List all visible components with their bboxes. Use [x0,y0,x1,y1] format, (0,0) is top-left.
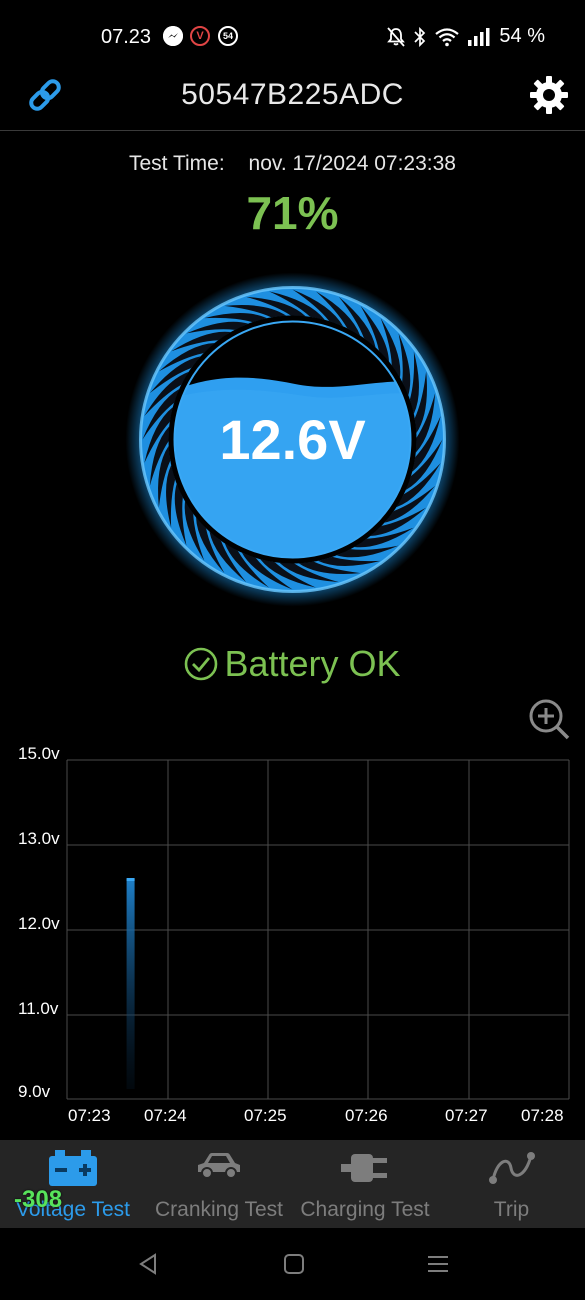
bluetooth-icon [414,26,426,47]
device-name: 50547B225ADC [181,78,404,111]
y-tick-label: 13.0v [18,829,60,848]
test-time-label: Test Time: [128,152,225,175]
mute-icon [387,26,406,47]
car-icon [198,1153,240,1179]
voltage-bar [126,879,135,1089]
x-tick-label: 07:27 [445,1106,488,1125]
y-tick-label: 9.0v [18,1082,51,1101]
overlay-badge: -308 [14,1186,63,1213]
battery-percent: 54 % [499,25,545,47]
status-bar: 07.23 V 54 54 % [0,0,585,74]
home-icon[interactable] [282,1252,306,1276]
x-tick-label: 07:25 [244,1106,287,1125]
v-icon: V [190,26,210,46]
screen: 07.23 V 54 54 % 50547B225ADC Test Time: … [0,0,585,1300]
gear-icon[interactable] [529,75,569,115]
test-time-value: nov. 17/2024 07:23:38 [248,152,456,175]
messenger-icon [163,26,183,46]
recents-icon[interactable] [426,1252,450,1276]
route-icon [488,1152,535,1184]
battery-percentage: 71% [246,187,339,239]
signal-icon [468,27,490,46]
app-header: 50547B225ADC [0,74,585,131]
status-right: 54 % [387,25,545,48]
voltage-reading: 12.6V [219,408,366,471]
tab-voltage-test[interactable]: Voltage Test [0,1140,146,1228]
system-nav-bar [0,1228,585,1300]
zoom-in-icon[interactable] [527,697,571,741]
y-tick-label: 11.0v [18,999,59,1018]
tab-label: Charging Test [300,1198,430,1221]
tab-label: Trip [493,1198,530,1221]
y-tick-label: 12.0v [18,914,60,933]
y-tick-label: 15.0v [18,744,60,763]
x-tick-label: 07:26 [345,1106,388,1125]
x-tick-label: 07:23 [68,1106,111,1125]
check-circle-icon [185,647,218,681]
battery-status: Battery OK [0,643,585,685]
plug-icon [341,1154,387,1182]
battery-status-label: Battery OK [224,643,401,684]
tab-cranking-test[interactable]: Cranking Test [146,1140,292,1228]
tab-charging-test[interactable]: Charging Test [292,1140,438,1228]
back-icon[interactable] [137,1252,161,1276]
test-time: Test Time: nov. 17/2024 07:23:38 [0,152,585,176]
tab-label: Cranking Test [154,1198,283,1221]
notification-badge: 54 [218,26,238,46]
bottom-tab-bar: Voltage Test Cranking Test Charging Test [0,1140,585,1228]
status-time: 07.23 [101,26,152,48]
x-tick-label: 07:24 [144,1106,187,1125]
tab-trip[interactable]: Trip [438,1140,585,1228]
wifi-icon [435,27,460,46]
voltage-bar-cap [126,878,135,881]
x-tick-label: 07:28 [521,1106,564,1125]
battery-icon [49,1150,97,1186]
